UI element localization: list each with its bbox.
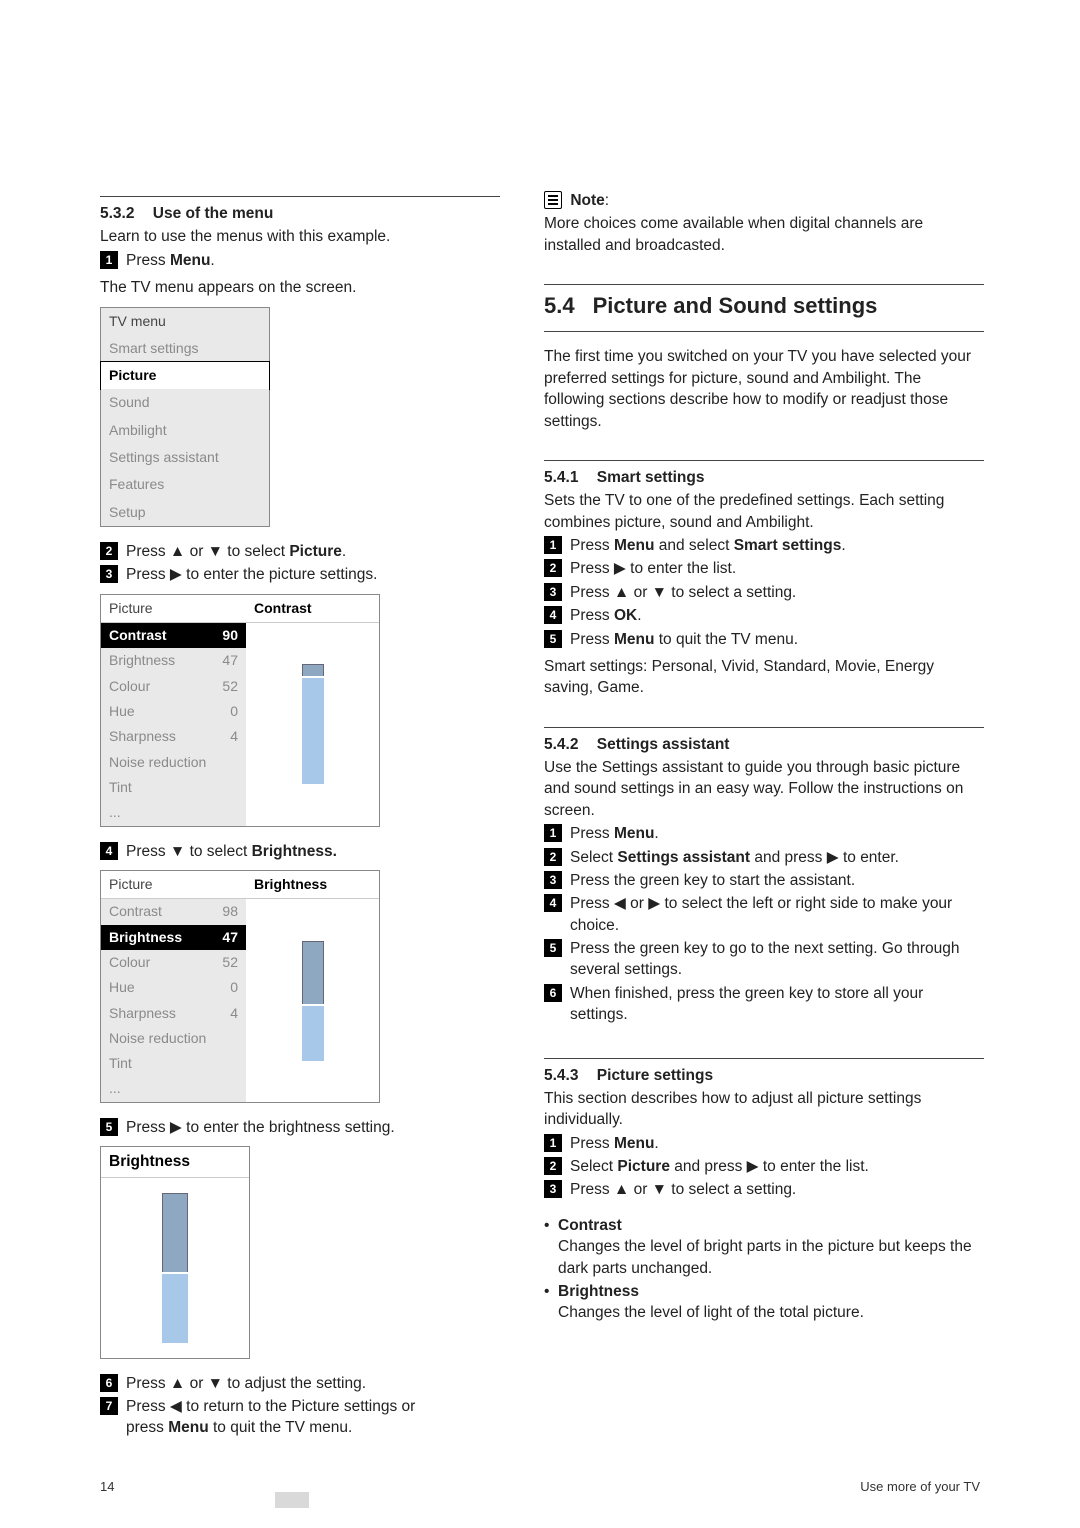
note-label: Note xyxy=(570,192,604,209)
picture-row: Hue0 xyxy=(101,975,246,1000)
picture-label: Picture xyxy=(289,543,342,560)
step: Press OK. xyxy=(544,605,984,626)
tv-menu-item: Settings assistant xyxy=(101,444,269,471)
step: Press Menu to quit the TV menu. xyxy=(544,629,984,650)
tv-menu-item-selected: Picture xyxy=(100,361,270,390)
contrast-slider xyxy=(293,664,333,784)
picture-menu-header: Picture xyxy=(101,871,246,899)
section-5-4-2-title: 5.4.2 Settings assistant xyxy=(544,734,984,755)
step: Select Settings assistant and press ▶ to… xyxy=(544,847,984,868)
section-5-4-3-title: 5.4.3 Picture settings xyxy=(544,1065,984,1086)
picture-row-selected: Contrast90 xyxy=(101,623,246,648)
menu-label: Menu xyxy=(170,252,210,269)
section-5-4-3-intro: This section describes how to adjust all… xyxy=(544,1088,984,1131)
picture-row: Contrast98 xyxy=(101,899,246,924)
section-title-text: Use of the menu xyxy=(153,205,274,222)
picture-row: Noise reduction xyxy=(101,1026,246,1051)
tv-menu-item: Smart settings xyxy=(101,335,269,362)
note-heading: Note: xyxy=(544,190,984,211)
note-icon xyxy=(544,191,562,209)
picture-menu-brightness: Picture Contrast98 Brightness47 Colour52… xyxy=(100,870,380,1103)
section-num: 5.4 xyxy=(544,291,575,321)
step: When finished, press the green key to st… xyxy=(544,983,984,1026)
brightness-label: Brightness. xyxy=(252,843,337,860)
brightness-slider-large xyxy=(151,1193,199,1343)
page-indicator xyxy=(275,1492,309,1508)
step-1: Press Menu. xyxy=(100,250,500,271)
tv-menu-item: Ambilight xyxy=(101,417,269,444)
picture-row: Noise reduction xyxy=(101,750,246,775)
step-2: Press ▲ or ▼ to select Picture. xyxy=(100,541,500,562)
step: Press the green key to start the assista… xyxy=(544,870,984,891)
tv-menu-item: Features xyxy=(101,471,269,498)
picture-slider-header: Brightness xyxy=(246,871,379,899)
section-5-3-2-title: 5.3.2 Use of the menu xyxy=(100,203,500,224)
brightness-slider-header: Brightness xyxy=(101,1147,249,1177)
brightness-slider-panel: Brightness xyxy=(100,1146,250,1358)
step: Press Menu. xyxy=(544,823,984,844)
step-5: Press ▶ to enter the brightness setting. xyxy=(100,1117,500,1138)
step: Press Menu and select Smart settings. xyxy=(544,535,984,556)
section-5-4-2-intro: Use the Settings assistant to guide you … xyxy=(544,757,984,821)
picture-row: Brightness47 xyxy=(101,648,246,673)
picture-menu-header: Picture xyxy=(101,595,246,623)
picture-row: Sharpness4 xyxy=(101,724,246,749)
picture-row: Colour52 xyxy=(101,674,246,699)
note-body: More choices come available when digital… xyxy=(544,213,984,256)
section-5-4-intro: The first time you switched on your TV y… xyxy=(544,346,984,432)
picture-row: Tint xyxy=(101,775,246,800)
step-7: Press ◀ to return to the Picture setting… xyxy=(100,1396,500,1439)
picture-row: Sharpness4 xyxy=(101,1001,246,1026)
step: Press the green key to go to the next se… xyxy=(544,938,984,981)
section-num: 5.3.2 xyxy=(100,203,134,224)
step-3: Press ▶ to enter the picture settings. xyxy=(100,564,500,585)
footer-section-label: Use more of your TV xyxy=(860,1479,980,1494)
menu-label: Menu xyxy=(168,1419,208,1436)
picture-menu-contrast: Picture Contrast90 Brightness47 Colour52… xyxy=(100,594,380,827)
step: Press ▶ to enter the list. xyxy=(544,558,984,579)
step: Press ▲ or ▼ to select a setting. xyxy=(544,582,984,603)
picture-row: Tint xyxy=(101,1051,246,1076)
picture-slider-header: Contrast xyxy=(246,595,379,623)
brightness-slider xyxy=(293,941,333,1061)
section-5-4-1-title: 5.4.1 Smart settings xyxy=(544,467,984,488)
bullet-brightness: Brightness Changes the level of light of… xyxy=(544,1281,984,1324)
bullet-contrast: Contrast Changes the level of bright par… xyxy=(544,1215,984,1279)
smart-settings-list: Smart settings: Personal, Vivid, Standar… xyxy=(544,656,984,699)
tv-menu-appears: The TV menu appears on the screen. xyxy=(100,277,500,298)
step: Press Menu. xyxy=(544,1133,984,1154)
step: Press ▲ or ▼ to select a setting. xyxy=(544,1179,984,1200)
tv-menu-item: Setup xyxy=(101,499,269,526)
tv-menu: TV menu Smart settings Picture Sound Amb… xyxy=(100,307,270,528)
picture-row: ... xyxy=(101,1076,246,1101)
page-number: 14 xyxy=(100,1479,114,1494)
tv-menu-item: Sound xyxy=(101,389,269,416)
picture-row: Hue0 xyxy=(101,699,246,724)
step: Select Picture and press ▶ to enter the … xyxy=(544,1156,984,1177)
picture-row-selected: Brightness47 xyxy=(101,925,246,950)
picture-row: Colour52 xyxy=(101,950,246,975)
section-5-4-1-intro: Sets the TV to one of the predefined set… xyxy=(544,490,984,533)
picture-row: ... xyxy=(101,800,246,825)
step-6: Press ▲ or ▼ to adjust the setting. xyxy=(100,1373,500,1394)
tv-menu-header: TV menu xyxy=(101,308,269,335)
section-5-4-heading: 5.4 Picture and Sound settings xyxy=(544,291,984,321)
step: Press ◀ or ▶ to select the left or right… xyxy=(544,893,984,936)
section-title-text: Picture and Sound settings xyxy=(593,291,878,321)
section-intro: Learn to use the menus with this example… xyxy=(100,226,500,247)
step-4: Press ▼ to select Brightness. xyxy=(100,841,500,862)
